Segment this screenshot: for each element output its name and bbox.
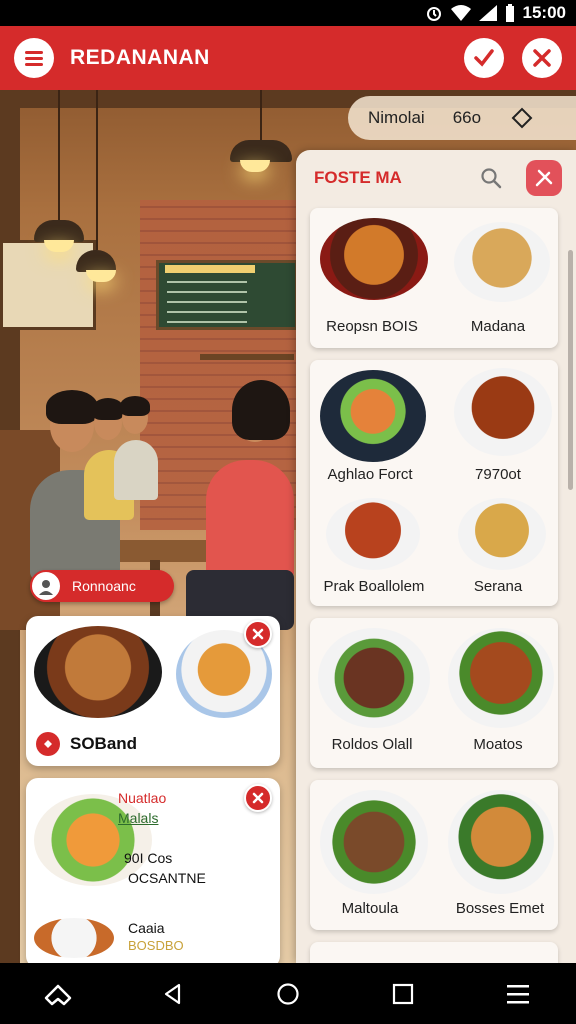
alarm-icon [426,7,441,21]
dish-image [454,222,550,302]
dish-card[interactable]: Aghlao Forct 7970ot Prak Boallolem Seran… [310,360,558,606]
dish-card-label: SOBand [70,734,138,753]
utensils-button[interactable] [526,160,562,196]
dish-card-left-1[interactable]: SOBand [26,616,280,766]
diner [114,440,158,500]
back-icon [164,983,180,1004]
dish-footer-price: BOSDBO [128,938,184,953]
signal-icon [478,5,497,21]
hamburger-icon [507,984,530,1003]
recents-button[interactable] [381,972,425,1016]
wifi-icon [450,5,471,21]
dish-image [326,498,420,570]
menu-icon [25,51,43,66]
dish-label: Madana [470,318,526,335]
close-button[interactable] [522,38,562,78]
dish-image [34,918,114,958]
top-links: Nimolai 66o [348,96,576,140]
dish-label: Maltoula [341,900,399,917]
dish-image [448,790,554,894]
search-icon [481,168,502,189]
wall-menu-board [0,240,96,330]
dish-image [320,370,426,462]
back-button[interactable] [151,972,195,1016]
remove-button[interactable] [244,620,272,648]
home-app-button[interactable] [36,972,80,1016]
chalk-menu-board [156,260,298,330]
utensils-icon [535,169,553,187]
nav-bar [0,963,576,1024]
home-icon [44,984,71,1005]
circle-home-icon [277,982,299,1005]
search-button[interactable] [476,163,506,193]
dish-label: Roldos Olall [331,736,413,753]
dish-label: Moatos [473,736,523,753]
app-bar: REDANANAN [0,26,576,90]
dish-image [318,628,430,728]
dish-panel: FOSTE MA Reopsn BOIS Madana Aghlao Forct… [296,150,576,963]
top-link-1[interactable]: Nimolai [368,108,425,128]
dish-image [448,628,554,728]
close-icon [252,792,264,804]
brand-badge-icon [36,732,60,756]
dish-image [320,218,428,300]
close-icon [252,628,264,640]
app-title: REDANANAN [70,46,210,69]
dish-label: Prak Boallolem [323,578,425,595]
top-link-2[interactable]: 66o [453,108,481,128]
dish-label: Serana [473,578,523,595]
dish-image [34,626,162,718]
pendant-lamp [34,220,84,252]
panel-title: FOSTE MA [314,168,402,187]
check-icon [474,49,494,67]
pendant-lamp [230,140,292,172]
avatar [30,570,62,602]
dish-card-left-2[interactable]: Nuatlao Malals 90I Cos OCSANTNE Caaia BO… [26,778,280,968]
dish-card[interactable]: Roldos Olall Moatos [310,618,558,768]
dish-label: Bosses Emet [455,900,545,917]
close-icon [533,49,551,67]
dish-label: Aghlao Forct [327,466,413,483]
dish-subtitle: Malals [118,810,159,826]
suggestion-chip-label: Ronnoanc [72,578,136,594]
dish-image [320,790,428,894]
panel-header: FOSTE MA [296,150,576,206]
dish-image [458,498,546,570]
scrollbar[interactable] [568,250,573,490]
dish-detail-2: OCSANTNE [128,870,206,886]
recents-icon [393,983,414,1004]
dish-image [454,368,552,456]
dish-card[interactable]: Maltoula Bosses Emet [310,780,558,930]
wall-shelf [200,354,294,360]
dish-label: 7970ot [475,466,521,483]
dish-detail-1: 90I Cos [124,850,173,866]
more-button[interactable] [496,972,540,1016]
remove-button[interactable] [244,784,272,812]
dish-card[interactable]: Reopsn BOIS Madana [310,208,558,348]
dish-footer-name: Caaia [128,920,165,936]
dish-title: Nuatlao [118,790,167,806]
dish-card[interactable] [310,942,558,963]
pendant-lamp [76,250,116,282]
battery-icon [505,4,514,22]
status-time: 15:00 [522,3,566,22]
diner [206,460,294,580]
confirm-button[interactable] [464,38,504,78]
suggestion-chip[interactable]: Ronnoanc [30,570,174,602]
share-icon[interactable] [509,105,535,131]
dish-label: Reopsn BOIS [326,318,418,335]
menu-button[interactable] [14,38,54,78]
status-bar: 15:00 [0,0,576,26]
home-button[interactable] [266,972,310,1016]
